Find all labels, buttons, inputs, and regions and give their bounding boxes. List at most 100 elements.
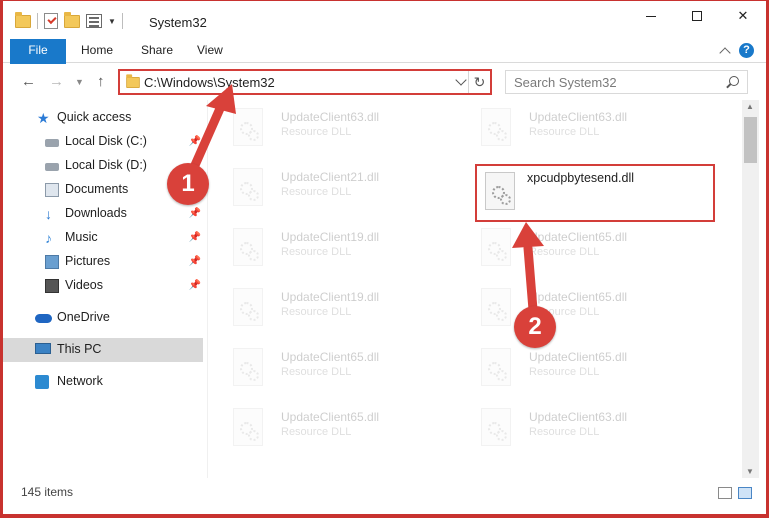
dll-file-icon [233,168,263,206]
file-type: Resource DLL [281,426,352,438]
file-tile[interactable]: UpdateClient65.dll Resource DLL [481,226,711,276]
properties-icon[interactable] [86,14,102,28]
refresh-icon[interactable]: ↻ [468,71,490,93]
star-icon: ★ [37,110,50,126]
item-count: 145 items [21,485,74,499]
address-dropdown-icon[interactable] [455,74,467,86]
vertical-scrollbar[interactable]: ▲ ▼ [742,100,759,478]
file-tile[interactable]: UpdateClient65.dll Resource DLL [233,406,463,456]
file-type: Resource DLL [529,426,600,438]
sidebar-item-pictures[interactable]: Pictures 📌 [3,250,203,274]
sidebar-item-this-pc[interactable]: This PC [3,338,203,362]
file-tile[interactable]: UpdateClient19.dll Resource DLL [233,226,463,276]
scrollbar-thumb[interactable] [744,117,757,163]
close-icon: ✕ [737,8,749,23]
scroll-down-icon[interactable]: ▼ [746,467,754,476]
pin-icon[interactable]: 📌 [189,232,201,243]
tiles-view-icon[interactable] [738,487,752,499]
window-title: System32 [149,15,207,30]
file-tile[interactable]: UpdateClient63.dll Resource DLL [481,106,711,156]
file-tile[interactable]: UpdateClient65.dll Resource DLL [233,346,463,396]
minimize-button[interactable] [628,1,674,31]
dll-file-icon [481,228,511,266]
pin-icon[interactable]: 📌 [189,136,201,147]
dll-file-icon [233,108,263,146]
up-arrow-icon[interactable]: ↑ [97,73,105,90]
file-name: UpdateClient65.dll [281,350,380,364]
file-type: Resource DLL [529,126,600,138]
tab-home[interactable]: Home [69,39,125,62]
ribbon-tabs: File Home Share View ? [3,39,766,89]
sidebar-item-onedrive[interactable]: OneDrive [3,306,203,330]
cloud-icon [35,314,52,323]
new-folder-icon[interactable] [64,11,80,28]
file-type: Resource DLL [281,366,352,378]
address-path[interactable]: C:\Windows\System32 [144,75,275,90]
pin-icon[interactable]: 📌 [189,256,201,267]
file-type: Resource DLL [281,306,352,318]
download-icon: ↓ [45,206,52,222]
pin-icon[interactable]: 📌 [189,208,201,219]
tab-share[interactable]: Share [129,39,185,62]
quick-access-toolbar: ▼ [15,11,123,29]
sidebar-item-label: Documents [65,182,129,196]
search-input[interactable]: Search System32 [505,70,748,94]
sidebar-item-label: Local Disk (D:) [65,158,147,172]
file-name: xpcudpbytesend.dll [527,171,635,185]
file-name: UpdateClient65.dll [529,290,628,304]
videos-icon [45,279,59,293]
file-tile[interactable]: UpdateClient19.dll Resource DLL [233,286,463,336]
explorer-window: ▼ System32 ✕ File Home Share View ? ← → … [0,0,769,518]
file-tile[interactable]: UpdateClient21.dll Resource DLL [233,166,463,216]
pin-icon[interactable]: 📌 [189,280,201,291]
file-type: Resource DLL [281,126,352,138]
ribbon-controls: ? [719,43,754,59]
navigation-pane: ★ Quick access Local Disk (C:) 📌 Local D… [3,100,208,478]
sidebar-item-videos[interactable]: Videos 📌 [3,274,203,298]
sidebar-item-label: Quick access [57,110,132,124]
dll-file-icon [481,288,511,326]
maximize-icon [692,11,702,21]
address-bar[interactable]: C:\Windows\System32 ↻ [118,69,492,95]
expand-ribbon-chevron-icon[interactable] [719,46,731,59]
file-name: UpdateClient65.dll [281,410,380,424]
sidebar-item-network[interactable]: Network [3,370,203,394]
file-name: UpdateClient19.dll [281,230,380,244]
back-arrow-icon[interactable]: ← [21,73,36,90]
recent-locations-chevron-icon[interactable]: ▼ [75,77,84,87]
scroll-up-icon[interactable]: ▲ [746,102,754,111]
file-type: Resource DLL [281,246,352,258]
dll-file-icon [233,228,263,266]
file-tile-selected[interactable]: xpcudpbytesend.dll [475,164,715,222]
close-button[interactable]: ✕ [720,1,766,31]
file-tile[interactable]: UpdateClient65.dll Resource DLL [481,346,711,396]
sidebar-item-label: Local Disk (C:) [65,134,147,148]
help-icon[interactable]: ? [739,43,754,58]
forward-arrow-icon[interactable]: → [49,73,64,90]
search-placeholder: Search System32 [514,75,617,90]
folder-icon[interactable] [15,11,31,28]
pane-divider [207,100,208,478]
sidebar-item-label: Videos [65,278,103,292]
sidebar-item-quick-access[interactable]: ★ Quick access [3,106,203,130]
file-type: Resource DLL [529,246,600,258]
disk-icon [45,139,59,147]
dll-file-icon [481,408,511,446]
address-folder-icon [126,74,140,89]
properties-check-icon[interactable] [44,13,58,29]
dll-file-icon [233,288,263,326]
details-view-icon[interactable] [718,487,732,499]
sidebar-item-local-disk-c[interactable]: Local Disk (C:) 📌 [3,130,203,154]
file-tile[interactable]: UpdateClient63.dll Resource DLL [481,406,711,456]
search-icon[interactable] [729,76,739,86]
minimize-icon [646,15,656,17]
customize-toolbar-dropdown-icon[interactable]: ▼ [108,17,116,26]
maximize-button[interactable] [674,1,720,31]
file-type: Resource DLL [281,186,352,198]
step-2-badge: 2 [514,306,556,348]
file-tile[interactable]: UpdateClient63.dll Resource DLL [233,106,463,156]
tab-view[interactable]: View [185,39,235,62]
sidebar-item-music[interactable]: ♪ Music 📌 [3,226,203,250]
sidebar-item-downloads[interactable]: ↓ Downloads 📌 [3,202,203,226]
file-type: Resource DLL [529,366,600,378]
